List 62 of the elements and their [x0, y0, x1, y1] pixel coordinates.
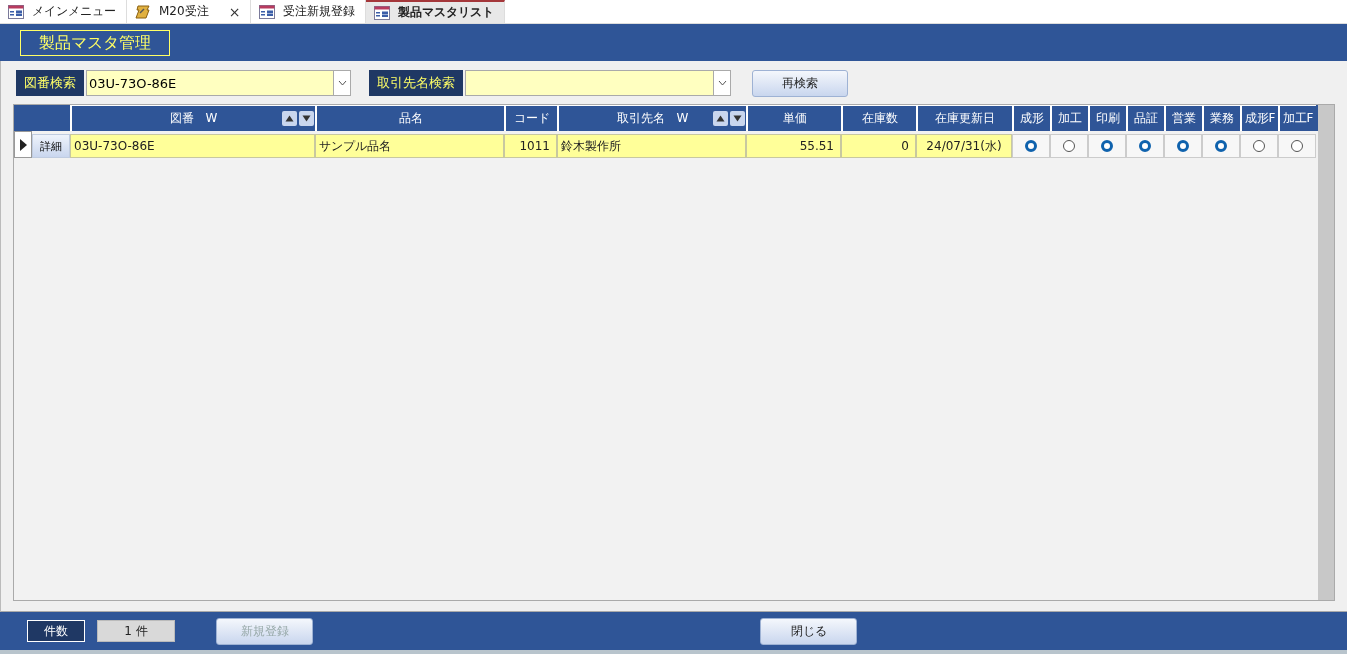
table-cell: 1011	[504, 134, 557, 158]
scroll-icon	[135, 3, 151, 20]
column-header: 成形F	[1240, 105, 1278, 131]
field-label: 取引先名検索	[369, 70, 463, 96]
table-cell: サンプル品名	[315, 134, 504, 158]
sort-descending-button[interactable]	[299, 111, 314, 126]
column-header: 在庫更新日	[916, 105, 1012, 131]
column-header: 業務	[1202, 105, 1240, 131]
column-header: 在庫数	[841, 105, 916, 131]
dropdown-icon	[717, 80, 727, 86]
form-title: 製品マスタ管理	[20, 29, 170, 56]
document-tab[interactable]: M20受注 ×	[127, 0, 252, 23]
column-header: 品名	[315, 105, 504, 131]
column-header: 営業	[1164, 105, 1202, 131]
radio-button[interactable]	[1215, 140, 1227, 152]
radio-button[interactable]	[1291, 140, 1303, 152]
column-header: コード	[504, 105, 557, 131]
table-cell: 03U-73O-86E	[70, 134, 315, 158]
search-field[interactable]: 03U-73O-86E	[86, 70, 333, 96]
column-header: 印刷	[1088, 105, 1126, 131]
scrollbar[interactable]	[1318, 105, 1334, 600]
document-tab[interactable]: 製品マスタリスト	[366, 0, 506, 23]
detail-button[interactable]: 詳細	[32, 134, 70, 158]
sort-descending-button[interactable]	[730, 111, 745, 126]
form-icon	[259, 4, 276, 19]
document-tab[interactable]: メインメニュー	[0, 0, 127, 23]
radio-button[interactable]	[1063, 140, 1075, 152]
close-button[interactable]: ×	[228, 3, 241, 20]
table-cell: 24/07/31(水)	[916, 134, 1012, 158]
radio-button[interactable]	[1025, 140, 1037, 152]
form-icon	[8, 4, 24, 19]
count-value: 1 件	[97, 620, 175, 642]
sort-ascending-button[interactable]	[713, 111, 728, 126]
column-header: 図番 W	[70, 105, 315, 131]
research-button[interactable]: 再検索	[752, 69, 848, 97]
search-field[interactable]	[465, 70, 713, 96]
radio-button[interactable]	[1139, 140, 1151, 152]
record-selector[interactable]	[14, 131, 32, 158]
column-header: 取引先名 W	[557, 105, 746, 131]
down-triangle-icon	[733, 115, 742, 122]
down-triangle-icon	[302, 115, 311, 122]
radio-button[interactable]	[1253, 140, 1265, 152]
column-header: 加工	[1050, 105, 1088, 131]
field-label: 図番検索	[16, 70, 84, 96]
current-record-icon	[19, 138, 27, 151]
close-button[interactable]: 閉じる	[760, 617, 857, 645]
radio-button[interactable]	[1177, 140, 1189, 152]
column-header: 成形	[1012, 105, 1050, 131]
count-label: 件数	[27, 620, 85, 642]
document-tab[interactable]: 受注新規登録	[251, 0, 367, 23]
column-header: 加工F	[1278, 105, 1316, 131]
column-header: 品証	[1126, 105, 1164, 131]
radio-button[interactable]	[1101, 140, 1113, 152]
table-cell: 55.51	[746, 134, 841, 158]
up-triangle-icon	[716, 115, 725, 122]
sort-ascending-button[interactable]	[282, 111, 297, 126]
form-icon	[374, 5, 391, 20]
column-header: 単価	[746, 105, 841, 131]
dropdown-icon	[337, 80, 347, 86]
table-cell: 鈴木製作所	[557, 134, 746, 158]
table-cell: 0	[841, 134, 916, 158]
up-triangle-icon	[285, 115, 294, 122]
